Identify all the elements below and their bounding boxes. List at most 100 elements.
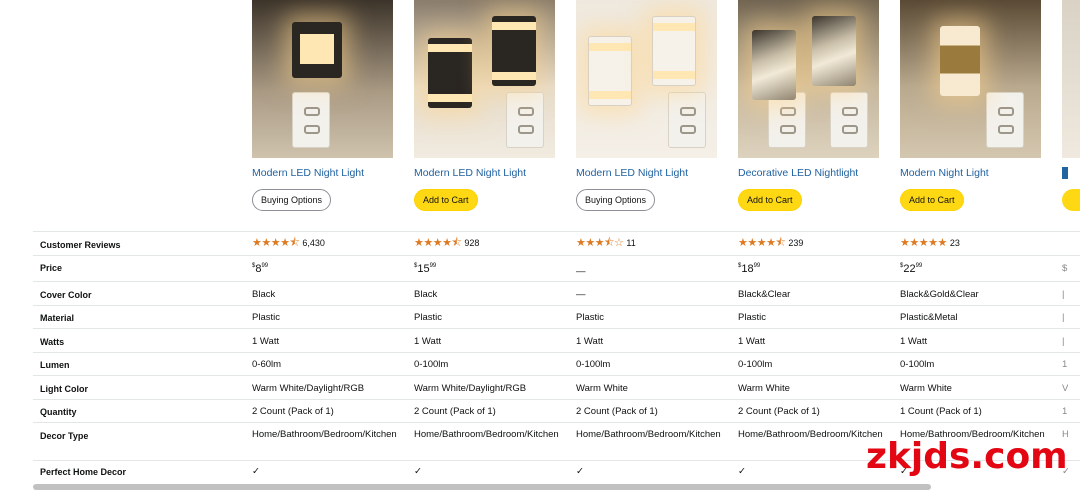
quantity-cell: 2 Count (Pack of 1)	[414, 406, 496, 417]
material-cell-partial: |	[1062, 312, 1065, 323]
lamp-shape	[752, 30, 796, 100]
product-column-4: Decorative LED Nightlight Add to Cart	[738, 0, 884, 211]
row-label: Price	[40, 263, 63, 273]
checkmark-icon: ✓	[414, 466, 422, 477]
star-rating-icon: ★★★★⯪	[252, 237, 300, 249]
cover-color-cell: Black	[414, 289, 438, 300]
row-label: Perfect Home Decor	[40, 467, 127, 477]
lumen-cell: 0-100lm	[414, 359, 449, 370]
add-to-cart-button[interactable]: Add to Cart	[414, 189, 478, 211]
row-label: Quantity	[40, 407, 77, 417]
product-image-3[interactable]	[576, 0, 717, 158]
comparison-row-light-color: Light Color Warm White/Daylight/RGB Warm…	[33, 375, 1080, 399]
quantity-cell-partial: 1	[1062, 406, 1068, 417]
lamp-shape	[292, 22, 342, 78]
light-color-cell: Warm White	[900, 383, 952, 394]
lumen-cell: 0-100lm	[738, 359, 773, 370]
row-label: Decor Type	[40, 431, 89, 441]
price-cell-partial: $	[1062, 263, 1068, 274]
lamp-shape	[588, 36, 632, 106]
row-label: Lumen	[40, 360, 70, 370]
outlet-plate	[768, 92, 806, 148]
buying-options-button[interactable]: Buying Options	[576, 189, 656, 211]
review-count: 928	[464, 238, 480, 248]
quantity-cell: 2 Count (Pack of 1)	[738, 406, 820, 417]
product-image-4[interactable]	[738, 0, 879, 158]
material-cell: Plastic	[252, 312, 280, 323]
product-column-2: Modern LED Night Light Add to Cart	[414, 0, 560, 211]
material-cell: Plastic&Metal	[900, 312, 958, 323]
buying-options-button[interactable]: Buying Options	[252, 189, 332, 211]
product-column-5: Modern Night Light Add to Cart	[900, 0, 1046, 211]
row-label: Customer Reviews	[40, 240, 121, 250]
decor-type-cell: Home/Bathroom/Bedroom/Kitchen	[576, 429, 721, 440]
checkmark-icon: ✓	[252, 466, 260, 477]
product-title-link[interactable]: Modern Night Light	[900, 167, 1046, 181]
star-rating-icon: ★★★★⯪	[414, 237, 462, 249]
outlet-plate	[292, 92, 330, 148]
lumen-cell: 0-60lm	[252, 359, 282, 370]
row-label: Watts	[40, 337, 65, 347]
comparison-row-material: Material Plastic Plastic Plastic Plastic…	[33, 305, 1080, 328]
light-color-cell: Warm White	[738, 383, 790, 394]
rating-cell[interactable]: ★★★★⯪ 928	[414, 237, 560, 250]
watts-cell: 1 Watt	[414, 336, 442, 347]
material-cell: Plastic	[738, 312, 766, 323]
comparison-row-price: Price $899 $1599 — $1899 $2299 $	[33, 255, 1080, 281]
rating-cell[interactable]: ★★★⯪☆ 11	[576, 237, 722, 250]
decor-type-cell: Home/Bathroom/Bedroom/Kitchen	[738, 429, 883, 440]
product-image-5[interactable]	[900, 0, 1041, 158]
light-color-cell: Warm White	[576, 383, 628, 394]
lumen-cell: 0-100lm	[900, 359, 935, 370]
add-to-cart-button-stub[interactable]	[1062, 189, 1080, 211]
material-cell: Plastic	[414, 312, 442, 323]
product-title-link[interactable]: Modern LED Night Light	[252, 167, 398, 181]
star-rating-icon: ★★★⯪☆	[576, 237, 624, 249]
watts-cell: 1 Watt	[252, 336, 280, 347]
price-cell: $1899	[738, 263, 761, 275]
review-count: 6,430	[302, 238, 325, 248]
material-cell: Plastic	[576, 312, 604, 323]
quantity-cell: 1 Count (Pack of 1)	[900, 406, 982, 417]
product-title-link[interactable]: Modern LED Night Light	[414, 167, 560, 181]
rating-cell[interactable]: ★★★★⯪ 239	[738, 237, 884, 250]
review-count: 239	[788, 238, 804, 248]
product-title-link[interactable]: Decorative LED Nightlight	[738, 167, 884, 181]
light-color-cell-partial: V	[1062, 383, 1068, 394]
comparison-row-lumen: Lumen 0-60lm 0-100lm 0-100lm 0-100lm 0-1…	[33, 352, 1080, 375]
product-title-stub[interactable]	[1062, 167, 1068, 179]
horizontal-scrollbar[interactable]	[33, 484, 1080, 490]
quantity-cell: 2 Count (Pack of 1)	[252, 406, 334, 417]
comparison-row-watts: Watts 1 Watt 1 Watt 1 Watt 1 Watt 1 Watt…	[33, 328, 1080, 352]
product-image-partial[interactable]	[1062, 0, 1080, 158]
product-title-link[interactable]: Modern LED Night Light	[576, 167, 722, 181]
comparison-row-customer-reviews: Customer Reviews ★★★★⯪ 6,430 ★★★★⯪ 928 ★★★…	[33, 231, 1080, 255]
comparison-row-cover-color: Cover Color Black Black — Black&Clear Bl…	[33, 281, 1080, 305]
add-to-cart-button[interactable]: Add to Cart	[738, 189, 802, 211]
watermark: zkjds.com	[866, 436, 1068, 477]
rating-cell[interactable]: ★★★★⯪ 6,430	[252, 237, 398, 250]
row-label: Light Color	[40, 384, 88, 394]
rating-cell[interactable]: ★★★★★ 23	[900, 237, 1046, 250]
product-image-2[interactable]	[414, 0, 555, 158]
outlet-plate	[830, 92, 868, 148]
add-to-cart-button[interactable]: Add to Cart	[900, 189, 964, 211]
watts-cell: 1 Watt	[738, 336, 766, 347]
price-cell: —	[576, 266, 586, 277]
quantity-cell: 2 Count (Pack of 1)	[576, 406, 658, 417]
watts-cell: 1 Watt	[900, 336, 928, 347]
product-image-1[interactable]	[252, 0, 393, 158]
lamp-shape	[492, 16, 536, 86]
light-color-cell: Warm White/Daylight/RGB	[252, 383, 365, 394]
watts-cell-partial: |	[1062, 336, 1065, 347]
product-column-3: Modern LED Night Light Buying Options	[576, 0, 722, 211]
scrollbar-thumb[interactable]	[33, 484, 931, 490]
cover-color-cell: —	[576, 289, 586, 300]
cover-color-cell: Black&Clear	[738, 289, 791, 300]
cover-color-cell-partial: |	[1062, 289, 1065, 300]
comparison-row-quantity: Quantity 2 Count (Pack of 1) 2 Count (Pa…	[33, 399, 1080, 422]
row-label: Cover Color	[40, 290, 92, 300]
outlet-plate	[668, 92, 706, 148]
lamp-shape	[428, 38, 472, 108]
decor-type-cell: Home/Bathroom/Bedroom/Kitchen	[414, 429, 559, 440]
